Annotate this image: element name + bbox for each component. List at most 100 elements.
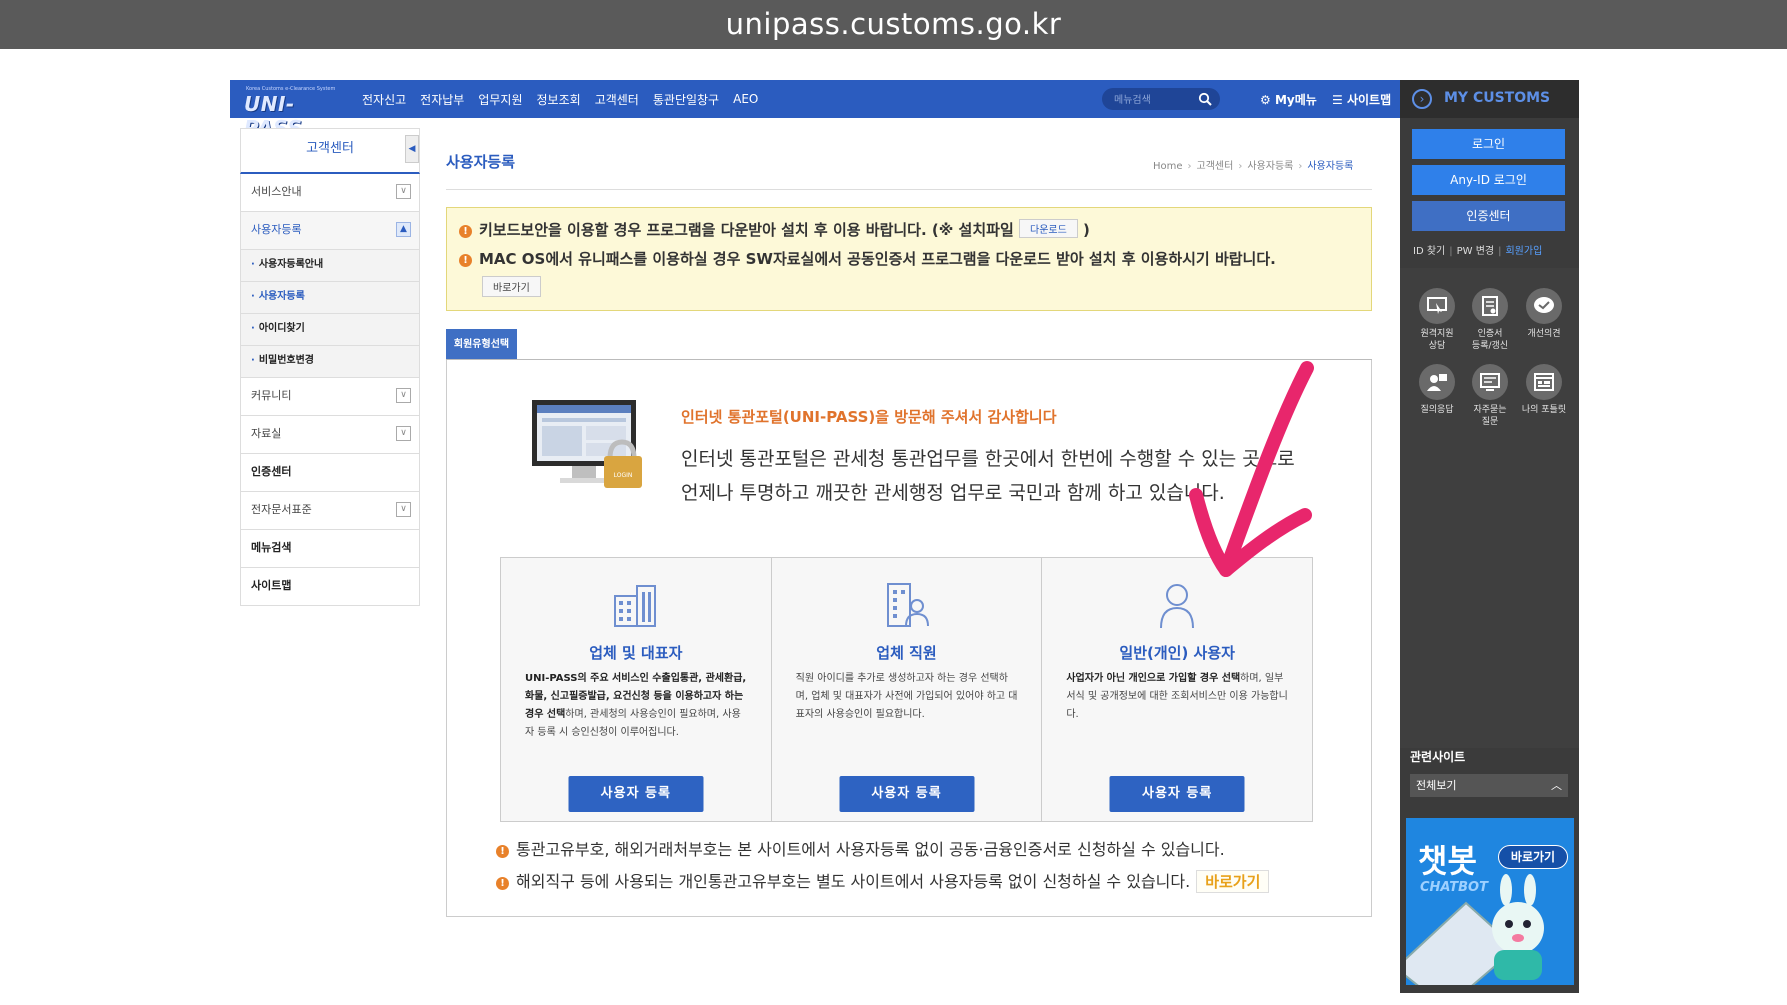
menu-aeo[interactable]: AEO xyxy=(733,92,758,106)
related-sites-value: 전체보기 xyxy=(1416,779,1457,792)
sidebar-item-service-guide[interactable]: 서비스안내 ∨ xyxy=(240,174,420,212)
sidebar-item-user-registration[interactable]: 사용자등록 ▲ xyxy=(240,212,420,250)
chevron-down-icon[interactable]: ∨ xyxy=(396,184,411,199)
browser-url-bar[interactable]: unipass.customs.go.kr xyxy=(0,0,1787,49)
menu-search-input[interactable]: 메뉴검색 xyxy=(1102,88,1220,110)
change-pw-link[interactable]: PW 변경 xyxy=(1457,246,1495,257)
related-sites-select[interactable]: 전체보기 ︿ xyxy=(1410,774,1568,797)
alert-icon: ! xyxy=(496,845,509,858)
chevron-right-icon[interactable]: › xyxy=(1412,89,1432,109)
sidebar-item-label: 메뉴검색 xyxy=(251,541,292,554)
portlet-icon xyxy=(1526,364,1562,400)
service-label: 인증서 xyxy=(1477,329,1503,339)
sidebar-item-menu-search[interactable]: 메뉴검색 xyxy=(240,530,420,568)
type-description: 직원 아이디를 추가로 생성하고자 하는 경우 선택하며, 업체 및 대표자가 … xyxy=(796,670,1020,724)
notice-text-end: ) xyxy=(1083,221,1090,239)
top-navigation: Korea Customs e-Clearance System UNI-PAS… xyxy=(230,80,1400,140)
chevron-down-icon[interactable]: ∨ xyxy=(396,502,411,517)
anyid-login-button[interactable]: Any-ID 로그인 xyxy=(1412,165,1565,195)
register-employee-button[interactable]: 사용자 등록 xyxy=(839,776,974,812)
sidebar-item-sitemap[interactable]: 사이트맵 xyxy=(240,568,420,606)
sidebar-title: 고객센터 xyxy=(306,141,354,156)
sidebar-item-library[interactable]: 자료실 ∨ xyxy=(240,416,420,454)
tab-member-type[interactable]: 회원유형선택 xyxy=(446,329,517,360)
sitemap-label: 사이트맵 xyxy=(1346,93,1392,107)
service-icons: 원격지원 상담 인증서 등록/갱신 개선의견 질의응답 자주묻는 질문 나의 포… xyxy=(1400,268,1579,748)
find-id-link[interactable]: ID 찾기 xyxy=(1413,246,1445,257)
title-divider xyxy=(446,189,1372,190)
sidebar-subitem-label: 사용자등록 xyxy=(258,291,305,302)
alert-icon: ! xyxy=(459,254,472,267)
chevron-down-icon[interactable]: ∨ xyxy=(396,426,411,441)
chevron-up-icon[interactable]: ▲ xyxy=(396,222,411,237)
sidebar-item-label: 자료실 xyxy=(251,427,282,440)
type-name: 업체 및 대표자 xyxy=(589,644,683,662)
remote-support-icon xyxy=(1419,288,1455,324)
sidebar-subitem-label: 사용자등록안내 xyxy=(258,259,324,270)
sidebar-item-community[interactable]: 커뮤니티 ∨ xyxy=(240,378,420,416)
notice-text: 키보드보안을 이용할 경우 프로그램을 다운받아 설치 후 이용 바랍니다. (… xyxy=(479,221,1014,239)
chevron-down-icon[interactable]: ∨ xyxy=(396,388,411,403)
menu-single-window[interactable]: 통관단일창구 xyxy=(653,91,719,108)
service-remote-support[interactable]: 원격지원상담 xyxy=(1407,288,1467,352)
register-individual-button[interactable]: 사용자 등록 xyxy=(1109,776,1245,812)
note-text: 해외직구 등에 사용되는 개인통관고유부호는 별도 사이트에서 사용자등록 없이… xyxy=(516,872,1191,891)
service-label: 원격지원 xyxy=(1420,329,1454,339)
chatbot-banner[interactable]: 챗봇 바로가기 CHATBOT xyxy=(1406,818,1574,985)
breadcrumb-item[interactable]: 사용자등록 xyxy=(1247,161,1293,172)
notice-text: MAC OS에서 유니패스를 이용하실 경우 SW자료실에서 공동인증서 프로그… xyxy=(479,250,1276,268)
breadcrumb-home[interactable]: Home xyxy=(1153,161,1183,172)
search-icon[interactable] xyxy=(1198,92,1212,106)
menu-e-filing[interactable]: 전자신고 xyxy=(362,91,406,108)
note-customs-code: ! 통관고유부호, 해외거래처부호는 본 사이트에서 사용자등록 없이 공동·금융… xyxy=(496,836,1225,860)
login-button[interactable]: 로그인 xyxy=(1412,129,1565,159)
service-label: 질의응답 xyxy=(1420,405,1454,415)
chatbot-subtitle: CHATBOT xyxy=(1420,880,1488,895)
cert-center-button[interactable]: 인증센터 xyxy=(1412,201,1565,231)
service-label-2: 등록/갱신 xyxy=(1471,341,1509,351)
service-label-2: 상담 xyxy=(1428,341,1446,351)
service-portlet[interactable]: 나의 포틀릿 xyxy=(1514,364,1574,416)
menu-work-support[interactable]: 업무지원 xyxy=(478,91,522,108)
building-icon xyxy=(613,585,656,627)
building-person-icon xyxy=(886,583,929,627)
menu-info-lookup[interactable]: 정보조회 xyxy=(537,91,581,108)
menu-e-payment[interactable]: 전자납부 xyxy=(420,91,464,108)
menu-customer-center[interactable]: 고객센터 xyxy=(595,91,639,108)
sidebar-item-edoc-standard[interactable]: 전자문서표준 ∨ xyxy=(240,492,420,530)
sitemap-button[interactable]: ☰ 사이트맵 xyxy=(1332,91,1391,108)
sidebar-subitem-find-id[interactable]: · 아이디찾기 xyxy=(240,314,420,346)
chatbot-go-button[interactable]: 바로가기 xyxy=(1498,845,1568,869)
person-icon xyxy=(1160,584,1195,629)
go-to-button[interactable]: 바로가기 xyxy=(482,276,541,297)
collapse-sidebar-icon[interactable]: ◀ xyxy=(405,135,419,163)
breadcrumb-item[interactable]: 고객센터 xyxy=(1197,161,1234,172)
sidebar-item-label: 전자문서표준 xyxy=(251,503,312,516)
my-customs-header: › MY CUSTOMS xyxy=(1400,80,1579,118)
service-faq[interactable]: 자주묻는 질문 xyxy=(1460,364,1520,428)
sidebar-subitem-label: 아이디찾기 xyxy=(258,323,305,334)
service-label: 자주묻는 xyxy=(1473,405,1507,415)
related-sites-title: 관련사이트 xyxy=(1410,750,1466,764)
hamburger-icon: ☰ xyxy=(1332,93,1343,107)
download-button[interactable]: 다운로드 xyxy=(1019,219,1078,238)
my-menu-button[interactable]: ⚙ My메뉴 xyxy=(1260,91,1317,108)
sidebar-item-cert-center[interactable]: 인증센터 xyxy=(240,454,420,492)
page-title: 사용자등록 xyxy=(446,153,516,171)
sidebar-subitem-change-password[interactable]: · 비밀번호변경 xyxy=(240,346,420,378)
unipass-logo[interactable]: Korea Customs e-Clearance System UNI-PAS… xyxy=(244,85,336,140)
service-qna[interactable]: 질의응답 xyxy=(1407,364,1467,416)
sidebar-subitem-registration-guide[interactable]: · 사용자등록안내 xyxy=(240,250,420,282)
main-menu: 전자신고 전자납부 업무지원 정보조회 고객센터 통관단일창구 AEO xyxy=(362,80,758,118)
sidebar-item-label: 서비스안내 xyxy=(251,185,302,198)
sidebar-subitem-label: 비밀번호변경 xyxy=(258,355,315,366)
personal-code-go-button[interactable]: 바로가기 xyxy=(1196,870,1270,893)
service-feedback[interactable]: 개선의견 xyxy=(1514,288,1574,340)
type-company-employee: 업체 직원 직원 아이디를 추가로 생성하고자 하는 경우 선택하며, 업체 및… xyxy=(771,558,1043,821)
search-placeholder: 메뉴검색 xyxy=(1114,95,1151,106)
join-link[interactable]: 회원가입 xyxy=(1505,246,1542,257)
notice-keyboard-security: ! 키보드보안을 이용할 경우 프로그램을 다운받아 설치 후 이용 바랍니다. … xyxy=(459,219,1090,240)
register-company-button[interactable]: 사용자 등록 xyxy=(568,776,704,812)
service-certificate[interactable]: 인증서등록/갱신 xyxy=(1460,288,1520,352)
sidebar-subitem-registration[interactable]: · 사용자등록 xyxy=(240,282,420,314)
